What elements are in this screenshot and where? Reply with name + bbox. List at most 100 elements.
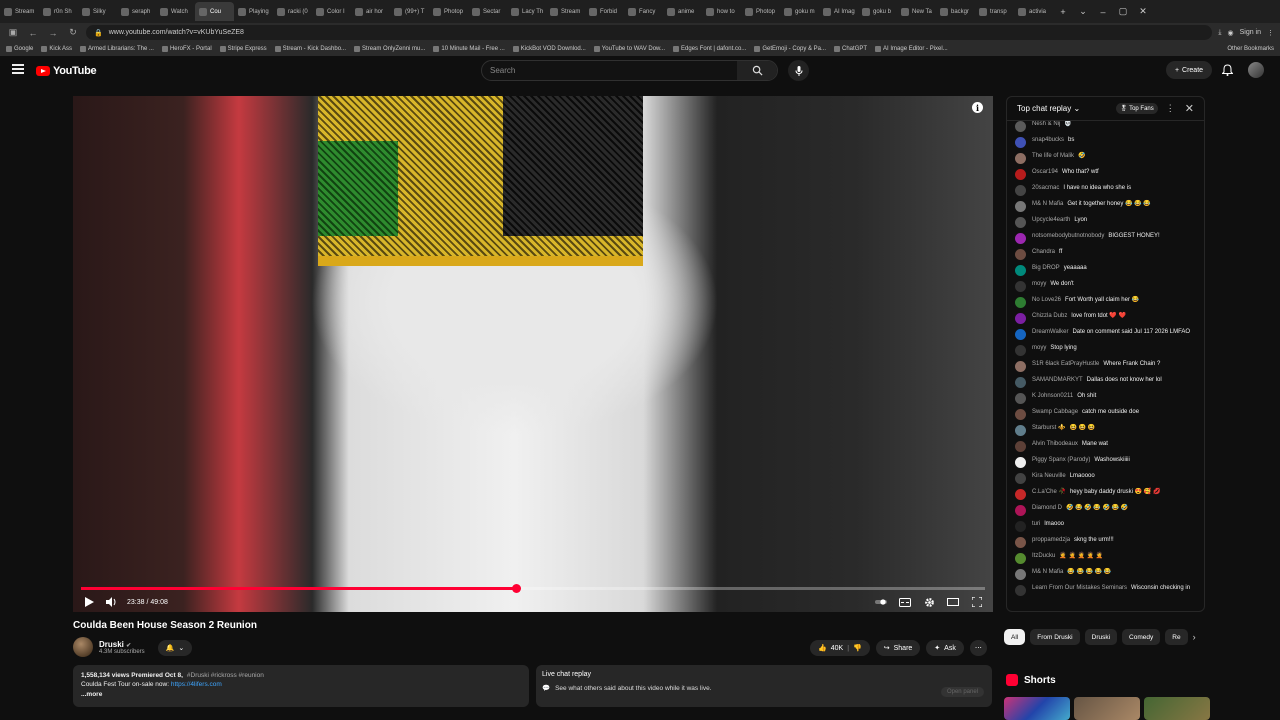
- chat-message[interactable]: Learn From Our Mistakes Seminars Wisconsi…: [1015, 585, 1196, 597]
- reload-icon[interactable]: ↻: [66, 26, 80, 40]
- chat-avatar[interactable]: [1015, 297, 1026, 308]
- hashtags[interactable]: #Druski #rickross #reunion: [187, 672, 264, 679]
- browser-tab[interactable]: r0n Sh: [39, 2, 78, 21]
- description-box[interactable]: 1,558,134 views Premiered Oct 8, #Druski …: [73, 665, 529, 707]
- chat-author[interactable]: DreamWalker: [1032, 329, 1068, 335]
- short-thumbnail[interactable]: [1144, 697, 1210, 720]
- chat-message[interactable]: 20sacmac I have no idea who she is: [1015, 185, 1196, 197]
- short-thumbnail[interactable]: [1074, 697, 1140, 720]
- bookmark-item[interactable]: HeroFX - Portal: [161, 46, 212, 52]
- chat-author[interactable]: C.La'Che 🥀: [1032, 489, 1066, 495]
- browser-tab[interactable]: seraph: [117, 2, 156, 21]
- chat-message[interactable]: Alvin Thibodeaux Mane wat: [1015, 441, 1196, 453]
- bookmark-item[interactable]: Kick Ass: [41, 46, 72, 52]
- bookmark-item[interactable]: 10 Minute Mail - Free ...: [433, 46, 505, 52]
- browser-tab[interactable]: (99+) T: [390, 2, 429, 21]
- chat-message[interactable]: C.La'Che 🥀 heyy baby daddy druski 😍 🥰 💋: [1015, 489, 1196, 501]
- chat-message[interactable]: Big DROP yeaaaaa: [1015, 265, 1196, 277]
- youtube-logo[interactable]: YouTube: [36, 65, 97, 77]
- chat-message[interactable]: snap4bucks bs: [1015, 137, 1196, 149]
- theater-mode-button[interactable]: [947, 596, 959, 608]
- chat-message[interactable]: S1R 6lack EatPrayHustle Where Frank Chain…: [1015, 361, 1196, 373]
- address-bar[interactable]: 🔒 www.youtube.com/watch?v=vKUbYuSeZE8: [86, 25, 1213, 40]
- chat-message[interactable]: M& N Mafia 😂 😂 😂 😂 😂: [1015, 569, 1196, 581]
- show-more-link[interactable]: ...more: [81, 691, 102, 698]
- chat-avatar[interactable]: [1015, 265, 1026, 276]
- browser-tab[interactable]: Fancy: [624, 2, 663, 21]
- sidebar-toggle-icon[interactable]: ▣: [6, 26, 20, 40]
- filter-chip[interactable]: All: [1004, 629, 1026, 645]
- menu-icon[interactable]: [12, 64, 24, 74]
- notifications-button[interactable]: [1220, 63, 1234, 77]
- info-icon[interactable]: i: [972, 102, 983, 113]
- chat-message[interactable]: The life of Malik 🤣: [1015, 153, 1196, 165]
- chat-author[interactable]: moyy: [1032, 345, 1046, 351]
- chat-message[interactable]: notsomebodybutnotnobody BIGGEST HONEY!: [1015, 233, 1196, 245]
- chat-avatar[interactable]: [1015, 457, 1026, 468]
- chat-author[interactable]: S1R 6lack EatPrayHustle: [1032, 361, 1099, 367]
- browser-tab[interactable]: Sectar: [468, 2, 507, 21]
- chat-avatar[interactable]: [1015, 137, 1026, 148]
- bookmark-item[interactable]: Stripe Express: [219, 46, 267, 52]
- chat-message[interactable]: Diamond D 🤣 😂 🤣 😂 🤣 😂 🤣: [1015, 505, 1196, 517]
- chat-author[interactable]: Chizzla Dubz: [1032, 313, 1067, 319]
- chat-author[interactable]: Big DROP: [1032, 265, 1060, 271]
- chat-author[interactable]: Learn From Our Mistakes Seminars: [1032, 585, 1127, 591]
- chat-message[interactable]: Chandra ff: [1015, 249, 1196, 261]
- browser-tab[interactable]: Color I: [312, 2, 351, 21]
- filter-chip[interactable]: From Druski: [1030, 629, 1080, 645]
- ask-button[interactable]: ✦ Ask: [926, 640, 964, 656]
- chat-message[interactable]: Swamp Cabbage catch me outside doe: [1015, 409, 1196, 421]
- chat-avatar[interactable]: [1015, 329, 1026, 340]
- chat-message[interactable]: turi lmaooo: [1015, 521, 1196, 533]
- chat-avatar[interactable]: [1015, 489, 1026, 500]
- chat-avatar[interactable]: [1015, 233, 1026, 244]
- browser-tab[interactable]: Silky: [78, 2, 117, 21]
- chat-author[interactable]: snap4bucks: [1032, 137, 1064, 143]
- video-player[interactable]: i 23:38 / 49:08: [73, 96, 993, 612]
- chat-message[interactable]: K Johnson0211 Oh shit: [1015, 393, 1196, 405]
- browser-tab[interactable]: Lacy Th: [507, 2, 546, 21]
- chat-avatar[interactable]: [1015, 361, 1026, 372]
- chat-author[interactable]: M& N Mafia: [1032, 569, 1063, 575]
- browser-tab[interactable]: Forbid: [585, 2, 624, 21]
- back-icon[interactable]: ←: [26, 26, 40, 40]
- chat-author[interactable]: Kira Neuville: [1032, 473, 1066, 479]
- chat-avatar[interactable]: [1015, 249, 1026, 260]
- chat-author[interactable]: Chandra: [1032, 249, 1055, 255]
- bookmark-item[interactable]: Stream OnlyZenni mu...: [354, 46, 425, 52]
- browser-tab[interactable]: Photop: [741, 2, 780, 21]
- browser-tab[interactable]: how to: [702, 2, 741, 21]
- chat-author[interactable]: Piggy Spanx (Parody): [1032, 457, 1090, 463]
- search-button[interactable]: [737, 61, 777, 80]
- chat-messages-list[interactable]: Nesh & Nij 💀 snap4bucks bs The life of Malik…: [1007, 121, 1204, 611]
- chat-author[interactable]: The life of Malik: [1032, 153, 1074, 159]
- chat-avatar[interactable]: [1015, 585, 1026, 596]
- chat-message[interactable]: M& N Mafia Get it together honey 😂 😂 😂: [1015, 201, 1196, 213]
- autoplay-toggle[interactable]: [875, 596, 887, 608]
- sign-in-link[interactable]: Sign in: [1240, 29, 1261, 36]
- chat-avatar[interactable]: [1015, 537, 1026, 548]
- browser-tab[interactable]: Watch: [156, 2, 195, 21]
- chat-mode-dropdown[interactable]: Top chat replay ⌄: [1017, 104, 1080, 113]
- chat-message[interactable]: Oscar194 Who that? wtf: [1015, 169, 1196, 181]
- more-options-icon[interactable]: ⋮: [1166, 103, 1175, 114]
- browser-tab[interactable]: Playing: [234, 2, 273, 21]
- minimize-icon[interactable]: –: [1093, 2, 1113, 21]
- chat-author[interactable]: Oscar194: [1032, 169, 1058, 175]
- play-button[interactable]: [83, 596, 95, 608]
- browser-tab[interactable]: transp: [975, 2, 1014, 21]
- browser-tab[interactable]: anime: [663, 2, 702, 21]
- like-button[interactable]: 👍 40K | 👎: [810, 640, 870, 656]
- new-tab-icon[interactable]: +: [1053, 2, 1073, 21]
- tour-link[interactable]: https://4lifers.com: [171, 681, 222, 688]
- chat-message[interactable]: SAMANDMARKYT Dallas does not know her lol: [1015, 377, 1196, 389]
- tab-list-icon[interactable]: ⌄: [1073, 2, 1093, 21]
- chat-message[interactable]: Kira Neuville Lmaoooo: [1015, 473, 1196, 485]
- subscribed-bell-button[interactable]: 🔔 ⌄: [158, 640, 192, 656]
- bookmark-item[interactable]: Google: [6, 46, 33, 52]
- browser-tab[interactable]: air hor: [351, 2, 390, 21]
- captions-button[interactable]: [899, 596, 911, 608]
- chat-author[interactable]: moyy: [1032, 281, 1046, 287]
- browser-tab[interactable]: Cou: [195, 2, 234, 21]
